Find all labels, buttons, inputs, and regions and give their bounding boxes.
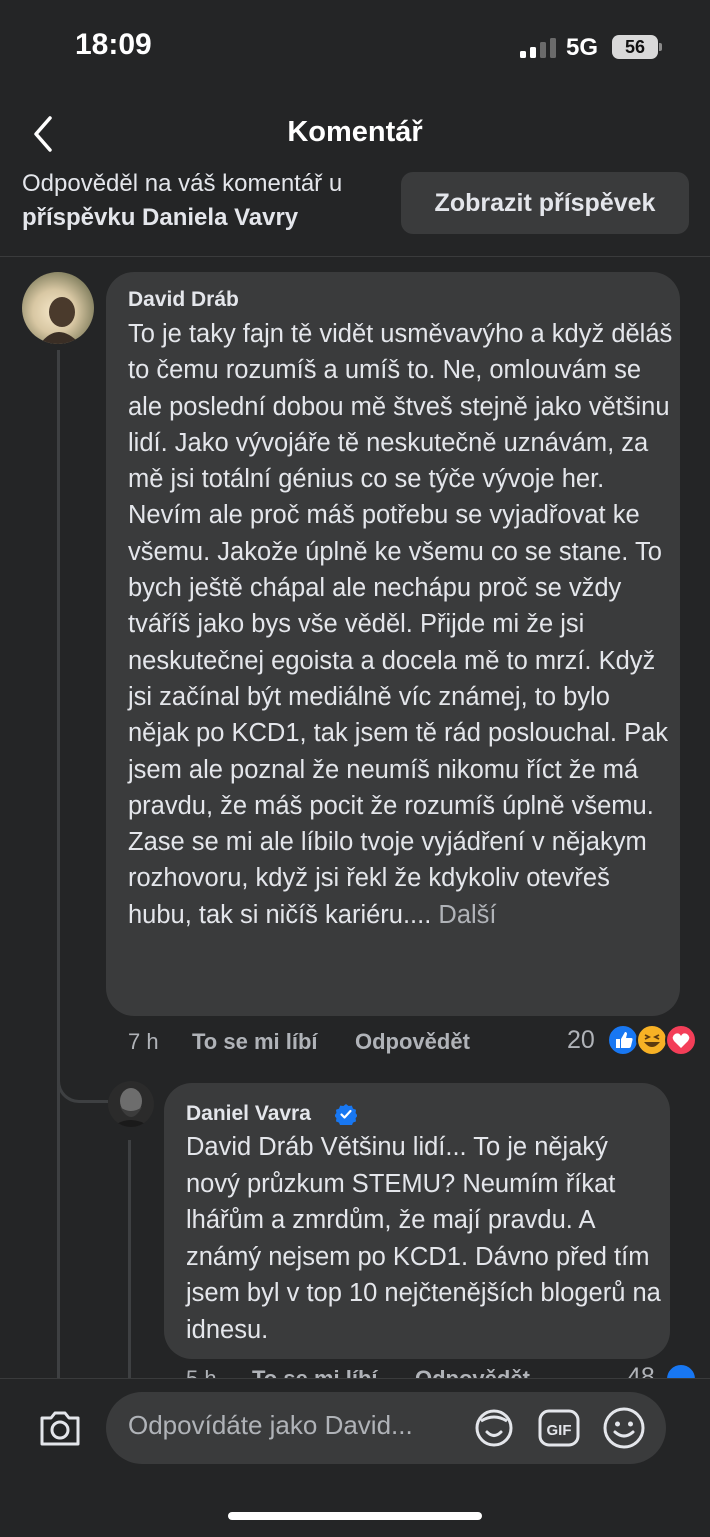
thread-connector — [57, 1060, 108, 1103]
signal-icon — [520, 38, 556, 58]
love-icon — [665, 1024, 697, 1056]
reply-thread-line — [128, 1140, 131, 1380]
show-post-button[interactable]: Zobrazit příspěvek — [401, 172, 689, 234]
network-type: 5G — [566, 34, 599, 61]
more-link[interactable]: Další — [438, 901, 496, 929]
thread-line — [57, 350, 60, 1380]
reply-bubble: Daniel Vavra David Dráb Většinu lidí... … — [164, 1083, 670, 1359]
divider — [0, 256, 710, 257]
reply-button[interactable]: Odpovědět — [355, 1029, 470, 1055]
context-line-2: příspěvku Daniela Vavry — [22, 204, 299, 231]
comment-text: To je taky fajn tě vidět usměvavýho a kd… — [128, 316, 676, 933]
context-banner: Odpověděl na váš komentář u příspěvku Da… — [22, 172, 382, 242]
avatar-sticker-icon[interactable] — [472, 1407, 516, 1449]
reply-author[interactable]: Daniel Vavra — [186, 1102, 311, 1126]
comment-bubble: David Dráb To je taky fajn tě vidět usmě… — [106, 272, 680, 1016]
reaction-count[interactable]: 20 — [567, 1026, 595, 1055]
like-button[interactable]: To se mi líbí — [192, 1029, 318, 1055]
verified-badge-icon — [335, 1104, 357, 1125]
reply-avatar[interactable] — [108, 1081, 154, 1127]
like-icon — [607, 1024, 639, 1056]
home-indicator — [228, 1512, 482, 1520]
emoji-icon[interactable] — [602, 1406, 646, 1450]
page-title: Komentář — [287, 116, 423, 148]
reactions-group[interactable] — [606, 1023, 698, 1057]
comment-author[interactable]: David Dráb — [128, 288, 239, 312]
reply-input-placeholder[interactable]: Odpovídáte jako David... — [128, 1410, 413, 1441]
camera-icon[interactable] — [38, 1408, 82, 1448]
haha-icon — [636, 1024, 668, 1056]
gif-icon[interactable]: GIF — [538, 1408, 580, 1448]
battery-icon: 56 — [612, 35, 658, 59]
comment-time: 7 h — [128, 1029, 159, 1054]
status-time: 18:09 — [75, 28, 152, 61]
avatar[interactable] — [22, 272, 94, 344]
comment-body: To je taky fajn tě vidět usměvavýho a kd… — [128, 320, 673, 929]
battery-tip — [659, 43, 662, 51]
reply-text: David Dráb Většinu lidí... To je nějaký … — [186, 1133, 661, 1344]
context-line-1: Odpověděl na váš komentář u — [22, 172, 343, 197]
svg-text:GIF: GIF — [547, 1422, 572, 1439]
